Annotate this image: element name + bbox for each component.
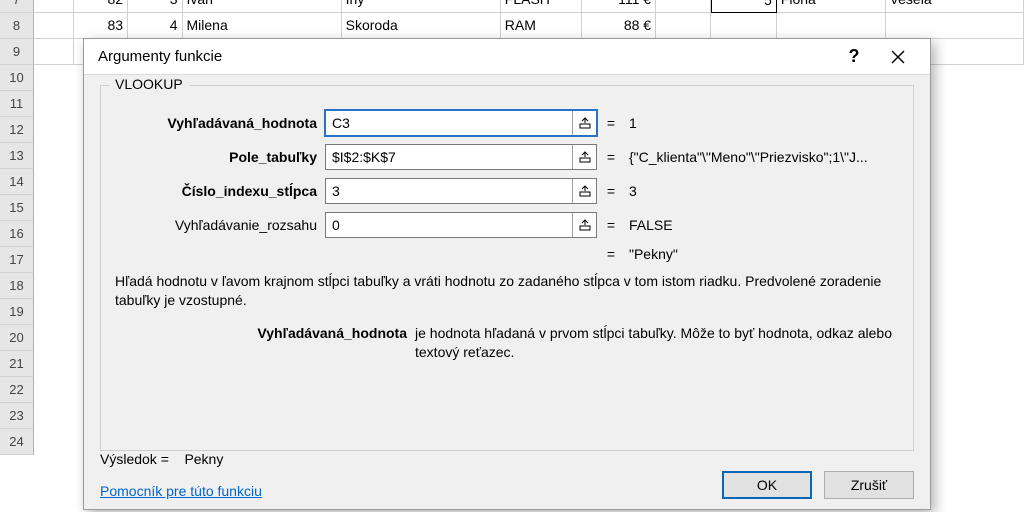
help-link[interactable]: Pomocník pre túto funkciu — [100, 483, 262, 499]
cell[interactable] — [711, 13, 777, 39]
cell[interactable]: Skoroda — [342, 13, 501, 39]
cell[interactable]: Milena — [183, 13, 342, 39]
ok-button[interactable]: OK — [722, 471, 812, 499]
row-header[interactable]: 13 — [0, 143, 34, 169]
arg-label: Vyhľadávanie_rozsahu — [115, 217, 325, 233]
equals-sign: = — [597, 246, 625, 262]
arg-result: {"C_klienta"\"Meno"\"Priezvisko";1\"J... — [625, 149, 899, 165]
range-select-button[interactable] — [572, 145, 596, 169]
cell[interactable]: RAM — [501, 13, 582, 39]
equals-sign: = — [597, 115, 625, 131]
cell[interactable]: Ivan — [183, 0, 342, 13]
cell[interactable]: Vesela — [886, 0, 1024, 13]
cell[interactable]: 82 — [74, 0, 128, 13]
cell[interactable]: Iny — [342, 0, 501, 13]
arg-result: 3 — [625, 183, 899, 199]
cell[interactable] — [34, 0, 74, 13]
row-header[interactable]: 23 — [0, 403, 34, 429]
cell[interactable] — [656, 0, 710, 13]
equals-sign: = — [597, 217, 625, 233]
arg-label: Pole_tabuľky — [115, 149, 325, 165]
range-select-icon — [579, 185, 591, 197]
row-header[interactable]: 22 — [0, 377, 34, 403]
row-headers: 7 8 9 10 11 12 13 14 15 16 17 18 19 20 2… — [0, 0, 34, 455]
cell[interactable]: Fiona — [777, 0, 886, 13]
row-header[interactable]: 15 — [0, 195, 34, 221]
arg-input-wrap — [325, 178, 597, 204]
range-select-button[interactable] — [572, 213, 596, 237]
group-title: VLOOKUP — [109, 76, 189, 92]
arg-input-wrap — [325, 144, 597, 170]
function-arguments-dialog: Argumenty funkcie ? VLOOKUP Vyhľadávaná_… — [83, 38, 931, 510]
cell[interactable]: 3 — [128, 0, 182, 13]
cell[interactable]: FLASH — [501, 0, 582, 13]
close-button[interactable] — [876, 41, 920, 73]
cell[interactable]: 5 — [711, 0, 777, 13]
row-header[interactable]: 9 — [0, 39, 34, 65]
row-header[interactable]: 18 — [0, 273, 34, 299]
lookup-value-input[interactable] — [326, 111, 572, 135]
arg-label: Číslo_indexu_stĺpca — [115, 183, 325, 199]
final-result-row: = "Pekny" — [115, 246, 899, 262]
close-icon — [891, 50, 905, 64]
formula-result-value: Pekny — [184, 451, 223, 467]
arg-input-wrap — [325, 212, 597, 238]
cell[interactable]: 111 € — [582, 0, 656, 13]
final-result: "Pekny" — [625, 246, 899, 262]
formula-result: Výsledok = Pekny — [100, 451, 223, 467]
param-help-label: Vyhľadávaná_hodnota — [115, 324, 415, 362]
formula-result-label: Výsledok = — [100, 451, 169, 467]
dialog-title: Argumenty funkcie — [98, 48, 832, 65]
arg-row-col-index: Číslo_indexu_stĺpca = 3 — [115, 178, 899, 204]
parameter-help: Vyhľadávaná_hodnota je hodnota hľadaná v… — [115, 324, 899, 362]
row-header[interactable]: 14 — [0, 169, 34, 195]
row-header[interactable]: 20 — [0, 325, 34, 351]
row-header[interactable]: 16 — [0, 221, 34, 247]
cell[interactable] — [886, 13, 1024, 39]
arg-row-lookup-value: Vyhľadávaná_hodnota = 1 — [115, 110, 899, 136]
row-header[interactable]: 24 — [0, 429, 34, 455]
help-icon: ? — [849, 46, 860, 67]
titlebar[interactable]: Argumenty funkcie ? — [84, 39, 930, 75]
arg-input-wrap — [325, 110, 597, 136]
row-header[interactable]: 10 — [0, 65, 34, 91]
cell[interactable]: 83 — [74, 13, 128, 39]
help-button[interactable]: ? — [832, 41, 876, 73]
cell[interactable]: 88 € — [582, 13, 656, 39]
vlookup-group: VLOOKUP Vyhľadávaná_hodnota = 1 Pole_tab… — [100, 85, 914, 451]
arg-result: FALSE — [625, 217, 899, 233]
range-select-icon — [579, 117, 591, 129]
dialog-body: VLOOKUP Vyhľadávaná_hodnota = 1 Pole_tab… — [84, 75, 930, 509]
row-header[interactable]: 17 — [0, 247, 34, 273]
range-select-button[interactable] — [572, 111, 596, 135]
cancel-button[interactable]: Zrušiť — [824, 471, 914, 499]
row-header[interactable]: 7 — [0, 0, 34, 13]
arg-result: 1 — [625, 115, 899, 131]
cell[interactable] — [34, 13, 74, 39]
row-header[interactable]: 21 — [0, 351, 34, 377]
row-header[interactable]: 19 — [0, 299, 34, 325]
row-header[interactable]: 8 — [0, 13, 34, 39]
row-header[interactable]: 11 — [0, 91, 34, 117]
equals-sign: = — [597, 149, 625, 165]
dialog-buttons: OK Zrušiť — [722, 471, 914, 499]
range-lookup-input[interactable] — [326, 213, 572, 237]
param-help-text: je hodnota hľadaná v prvom stĺpci tabuľk… — [415, 324, 899, 362]
col-index-input[interactable] — [326, 179, 572, 203]
function-description: Hľadá hodnotu v ľavom krajnom stĺpci tab… — [115, 272, 899, 310]
cell[interactable]: 4 — [128, 13, 182, 39]
cell[interactable] — [34, 39, 74, 65]
equals-sign: = — [597, 183, 625, 199]
range-select-icon — [579, 219, 591, 231]
arg-label: Vyhľadávaná_hodnota — [115, 115, 325, 131]
arg-row-range-lookup: Vyhľadávanie_rozsahu = FALSE — [115, 212, 899, 238]
arg-row-table-array: Pole_tabuľky = {"C_klienta"\"Meno"\"Prie… — [115, 144, 899, 170]
range-select-icon — [579, 151, 591, 163]
cell[interactable] — [656, 13, 710, 39]
row-header[interactable]: 12 — [0, 117, 34, 143]
table-array-input[interactable] — [326, 145, 572, 169]
range-select-button[interactable] — [572, 179, 596, 203]
cell[interactable] — [777, 13, 886, 39]
